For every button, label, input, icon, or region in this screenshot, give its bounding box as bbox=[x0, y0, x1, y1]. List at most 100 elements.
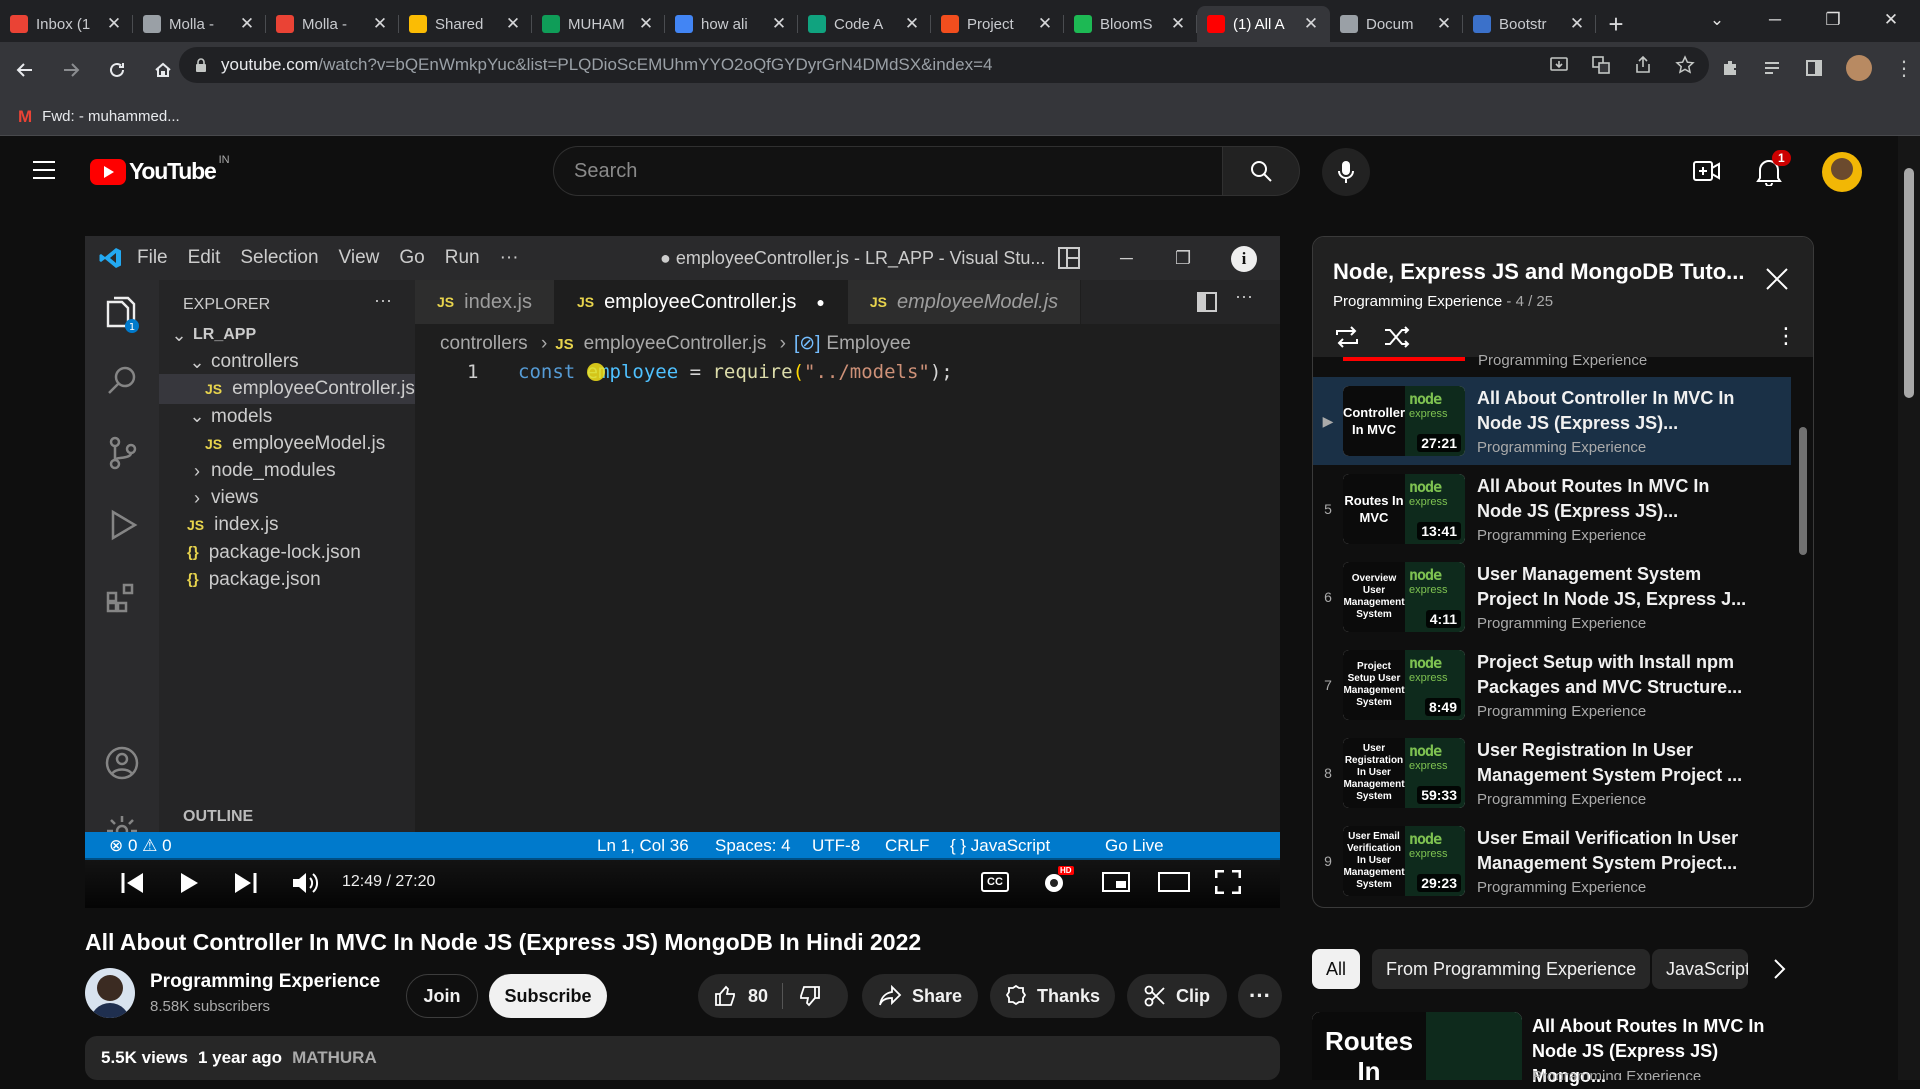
playlist-item[interactable]: ▶ Controller In MVC node express 27:21 All Ab… bbox=[1313, 377, 1791, 465]
browser-tab[interactable]: BloomS ✕ bbox=[1064, 6, 1197, 42]
subtitles-button[interactable]: CC bbox=[981, 872, 1009, 892]
chrome-menu-icon[interactable]: ⋮ bbox=[1894, 56, 1914, 81]
like-button[interactable]: 80 bbox=[698, 983, 784, 1009]
channel-avatar[interactable] bbox=[85, 968, 135, 1018]
description-box[interactable]: 5.5K views 1 year ago MATHURA bbox=[85, 1036, 1280, 1080]
playlist-item[interactable]: 8 User Registration In User Management Sy… bbox=[1313, 729, 1791, 817]
chip-from-channel[interactable]: From Programming Experience bbox=[1372, 949, 1651, 989]
browser-tab[interactable]: Docum ✕ bbox=[1330, 6, 1463, 42]
volume-button[interactable] bbox=[291, 870, 319, 896]
account-avatar[interactable] bbox=[1822, 152, 1862, 192]
next-button[interactable] bbox=[233, 872, 257, 894]
video-player[interactable]: File Edit Selection View Go Run ··· ● employee… bbox=[85, 236, 1280, 908]
close-playlist-button[interactable] bbox=[1765, 267, 1789, 291]
install-app-icon[interactable] bbox=[1549, 55, 1569, 75]
voice-search-button[interactable] bbox=[1322, 148, 1370, 196]
close-tab-icon[interactable]: ✕ bbox=[637, 14, 655, 34]
playlist-item[interactable]: 6 Overview User Management System node expr… bbox=[1313, 553, 1791, 641]
close-tab-icon[interactable]: ✕ bbox=[1169, 14, 1187, 34]
previous-button[interactable] bbox=[121, 872, 145, 894]
dislike-button[interactable] bbox=[783, 984, 821, 1008]
share-page-icon[interactable] bbox=[1633, 55, 1653, 75]
playlist-channel[interactable]: Programming Experience bbox=[1333, 293, 1502, 310]
page-scrollbar[interactable] bbox=[1898, 136, 1920, 1080]
reload-button[interactable] bbox=[96, 49, 138, 91]
close-tab-icon[interactable]: ✕ bbox=[1435, 14, 1453, 34]
chips-next-icon[interactable] bbox=[1772, 958, 1786, 980]
close-tab-icon[interactable]: ✕ bbox=[504, 14, 522, 34]
profile-avatar[interactable] bbox=[1846, 55, 1872, 81]
playlist-item[interactable]: 5 Routes In MVC node express 13:41 All About … bbox=[1313, 465, 1791, 553]
playlist-scrollbar[interactable] bbox=[1799, 427, 1807, 555]
fullscreen-button[interactable] bbox=[1215, 870, 1241, 894]
browser-tab[interactable]: MUHAM ✕ bbox=[532, 6, 665, 42]
share-button[interactable]: Share bbox=[862, 974, 978, 1018]
shuffle-button[interactable] bbox=[1383, 325, 1411, 349]
region-code: IN bbox=[218, 153, 230, 166]
browser-tab[interactable]: (1) All A ✕ bbox=[1197, 6, 1330, 42]
chip-all[interactable]: All bbox=[1312, 949, 1361, 989]
close-tab-icon[interactable]: ✕ bbox=[770, 14, 788, 34]
channel-name[interactable]: Programming Experience bbox=[150, 971, 380, 993]
page-scrollbar-thumb[interactable] bbox=[1904, 168, 1914, 398]
back-button[interactable] bbox=[4, 49, 46, 91]
search-button[interactable] bbox=[1222, 146, 1300, 196]
address-bar[interactable]: youtube.com/watch?v=bQEnWmkpYuc&list=PLQ… bbox=[179, 47, 1709, 83]
chip-javascript[interactable]: JavaScript bbox=[1652, 949, 1748, 989]
video-info-icon[interactable]: i bbox=[1231, 246, 1257, 272]
recommended-thumbnail[interactable]: Routes In bbox=[1312, 1012, 1522, 1080]
playlist-item-thumbnail: User Registration In User Management Sys… bbox=[1343, 738, 1465, 808]
search-input[interactable]: Search bbox=[553, 146, 1223, 196]
clip-button[interactable]: Clip bbox=[1127, 974, 1227, 1018]
close-tab-icon[interactable]: ✕ bbox=[903, 14, 921, 34]
playlist-item[interactable]: 9 User Email Verification In User Managem… bbox=[1313, 817, 1791, 905]
thumbnail-caption: Overview User Management System bbox=[1343, 562, 1405, 632]
browser-tab[interactable]: Molla - ✕ bbox=[266, 6, 399, 42]
close-tab-icon[interactable]: ✕ bbox=[371, 14, 389, 34]
vscode-logo-icon bbox=[99, 246, 123, 270]
maximize-button[interactable]: ❐ bbox=[1804, 10, 1862, 30]
play-button[interactable] bbox=[179, 872, 199, 894]
thanks-button[interactable]: Thanks bbox=[990, 974, 1115, 1018]
tree-item-label: package.json bbox=[208, 568, 321, 590]
tab-search-icon[interactable]: ⌄ bbox=[1688, 10, 1746, 30]
side-panel-icon[interactable] bbox=[1804, 58, 1824, 78]
browser-tab[interactable]: Bootstr ✕ bbox=[1463, 6, 1596, 42]
miniplayer-button[interactable] bbox=[1102, 872, 1130, 892]
new-tab-button[interactable]: + bbox=[1596, 6, 1636, 42]
reading-list-icon[interactable] bbox=[1762, 58, 1782, 78]
browser-tab[interactable]: Inbox (1 ✕ bbox=[0, 6, 133, 42]
loop-playlist-button[interactable] bbox=[1333, 325, 1361, 349]
settings-button[interactable]: HD bbox=[1040, 866, 1074, 897]
theater-mode-button[interactable] bbox=[1158, 872, 1190, 892]
create-video-icon[interactable] bbox=[1693, 160, 1721, 182]
minimize-button[interactable]: ─ bbox=[1746, 10, 1804, 30]
close-tab-icon[interactable]: ✕ bbox=[1568, 14, 1586, 34]
home-button[interactable] bbox=[142, 49, 184, 91]
close-window-button[interactable]: ✕ bbox=[1862, 10, 1920, 30]
translate-icon[interactable] bbox=[1591, 55, 1611, 75]
bookmark-star-icon[interactable] bbox=[1675, 55, 1695, 75]
browser-tab[interactable]: Project ✕ bbox=[931, 6, 1064, 42]
subscribe-button[interactable]: Subscribe bbox=[489, 974, 607, 1018]
more-actions-button[interactable]: ··· bbox=[1238, 974, 1282, 1018]
youtube-logo[interactable]: YouTube IN bbox=[90, 154, 230, 185]
notifications-icon[interactable]: 1 bbox=[1756, 150, 1791, 186]
browser-tab[interactable]: Code A ✕ bbox=[798, 6, 931, 42]
bookmark-item[interactable]: Fwd: - muhammed... bbox=[42, 108, 180, 125]
playlist-item[interactable]: 7 Project Setup User Management System nod… bbox=[1313, 641, 1791, 729]
hamburger-menu-icon[interactable] bbox=[32, 160, 56, 180]
close-tab-icon[interactable]: ✕ bbox=[105, 14, 123, 34]
close-tab-icon[interactable]: ✕ bbox=[1302, 14, 1320, 34]
location-tag: MATHURA bbox=[292, 1048, 377, 1067]
close-tab-icon[interactable]: ✕ bbox=[1036, 14, 1054, 34]
playlist-options-icon[interactable]: ⋮ bbox=[1775, 323, 1797, 349]
forward-button[interactable] bbox=[50, 49, 92, 91]
join-button[interactable]: Join bbox=[406, 974, 478, 1018]
browser-tab[interactable]: how ali ✕ bbox=[665, 6, 798, 42]
extensions-icon[interactable] bbox=[1720, 58, 1740, 78]
browser-tab[interactable]: Molla - ✕ bbox=[133, 6, 266, 42]
playlist-title[interactable]: Node, Express JS and MongoDB Tuto... bbox=[1333, 259, 1745, 285]
close-tab-icon[interactable]: ✕ bbox=[238, 14, 256, 34]
browser-tab[interactable]: Shared ✕ bbox=[399, 6, 532, 42]
